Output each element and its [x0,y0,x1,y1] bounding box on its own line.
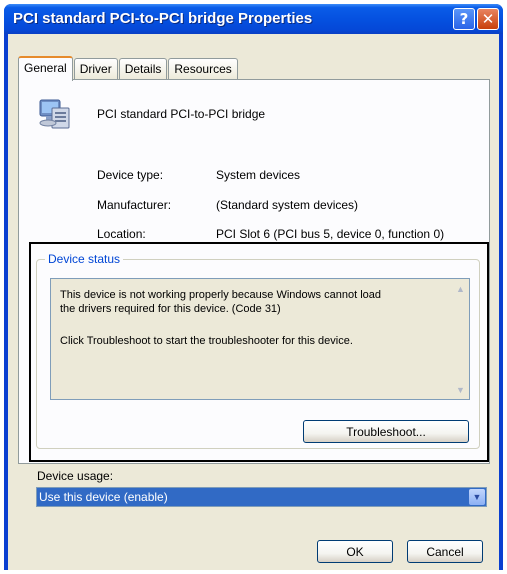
device-usage-select[interactable]: Use this device (enable) ▼ [36,487,487,507]
location-label: Location: [97,227,146,241]
help-button[interactable]: ? [453,8,475,30]
tab-resources[interactable]: Resources [168,58,238,80]
device-status-text-box[interactable]: This device is not working properly beca… [50,278,470,400]
close-button[interactable]: ✕ [477,8,499,30]
manufacturer-label: Manufacturer: [97,198,172,212]
status-line-1: This device is not working properly beca… [60,289,381,301]
status-line-3: Click Troubleshoot to start the troubles… [60,335,353,347]
help-icon: ? [459,10,469,28]
device-usage-selected-value: Use this device (enable) [39,490,168,504]
tab-general[interactable]: General [18,56,73,81]
close-icon: ✕ [481,10,495,28]
manufacturer-value: (Standard system devices) [216,198,359,212]
tab-strip: General Driver Details Resources [18,56,239,81]
device-usage-label: Device usage: [37,469,114,483]
device-status-legend: Device status [45,252,124,266]
scroll-down-icon[interactable]: ▼ [453,382,468,397]
chevron-down-icon[interactable]: ▼ [469,489,485,505]
status-scrollbar[interactable]: ▲ ▼ [452,279,469,399]
location-value: PCI Slot 6 (PCI bus 5, device 0, functio… [216,227,445,241]
device-type-label: Device type: [97,168,164,182]
title-bar[interactable]: PCI standard PCI-to-PCI bridge Propertie… [4,4,503,34]
tab-details[interactable]: Details [118,58,168,80]
scroll-up-icon[interactable]: ▲ [453,281,468,296]
cancel-button[interactable]: Cancel [407,540,483,563]
status-line-2: the drivers required for this device. (C… [60,303,281,315]
window-title: PCI standard PCI-to-PCI bridge Propertie… [13,10,313,27]
ok-button[interactable]: OK [317,540,393,563]
device-type-value: System devices [216,168,301,182]
troubleshoot-button[interactable]: Troubleshoot... [303,420,469,443]
tab-driver[interactable]: Driver [73,58,118,80]
computer-device-icon [39,99,70,129]
device-name: PCI standard PCI-to-PCI bridge [97,107,266,121]
